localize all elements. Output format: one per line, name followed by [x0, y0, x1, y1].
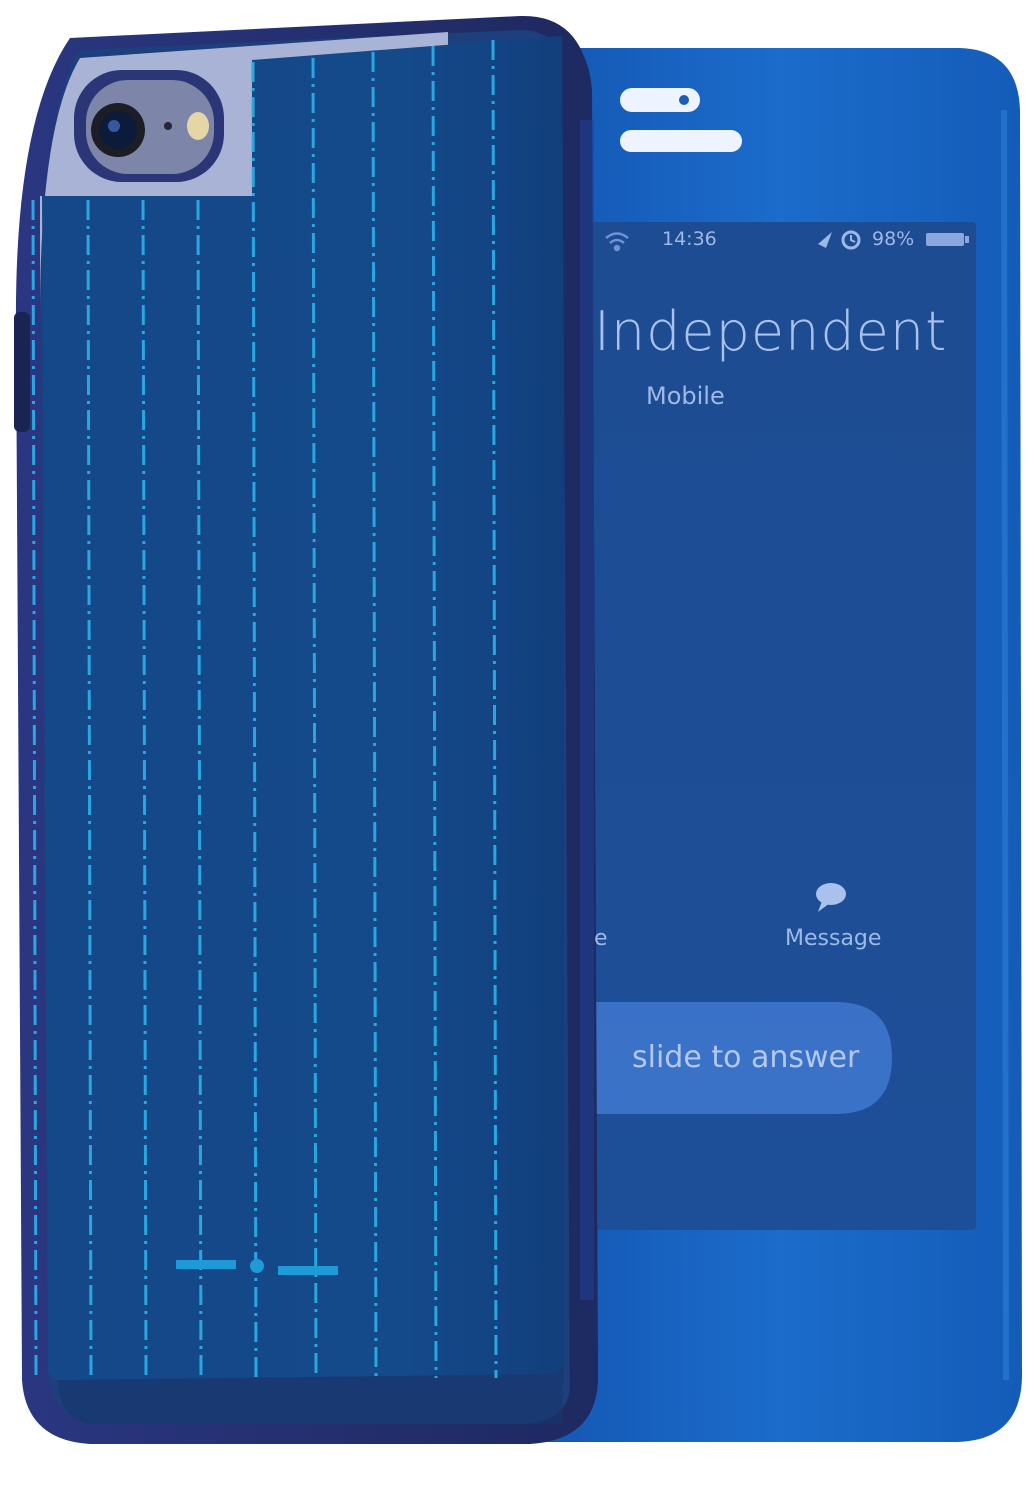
- caller-name: Independent: [594, 300, 948, 363]
- status-time: 14:36: [662, 228, 717, 250]
- phone-case-back: [14, 15, 599, 1445]
- slide-to-answer-label[interactable]: slide to answer: [632, 1040, 859, 1075]
- flash-icon: [187, 112, 209, 140]
- battery-icon: [926, 233, 969, 246]
- flip-cover-front: [540, 48, 1022, 1442]
- product-scene: [14, 15, 1022, 1445]
- caller-subtitle: Mobile: [646, 382, 725, 410]
- message-label[interactable]: Message: [785, 926, 881, 951]
- partial-label: e: [594, 926, 608, 951]
- status-battery-percent: 98%: [872, 228, 915, 250]
